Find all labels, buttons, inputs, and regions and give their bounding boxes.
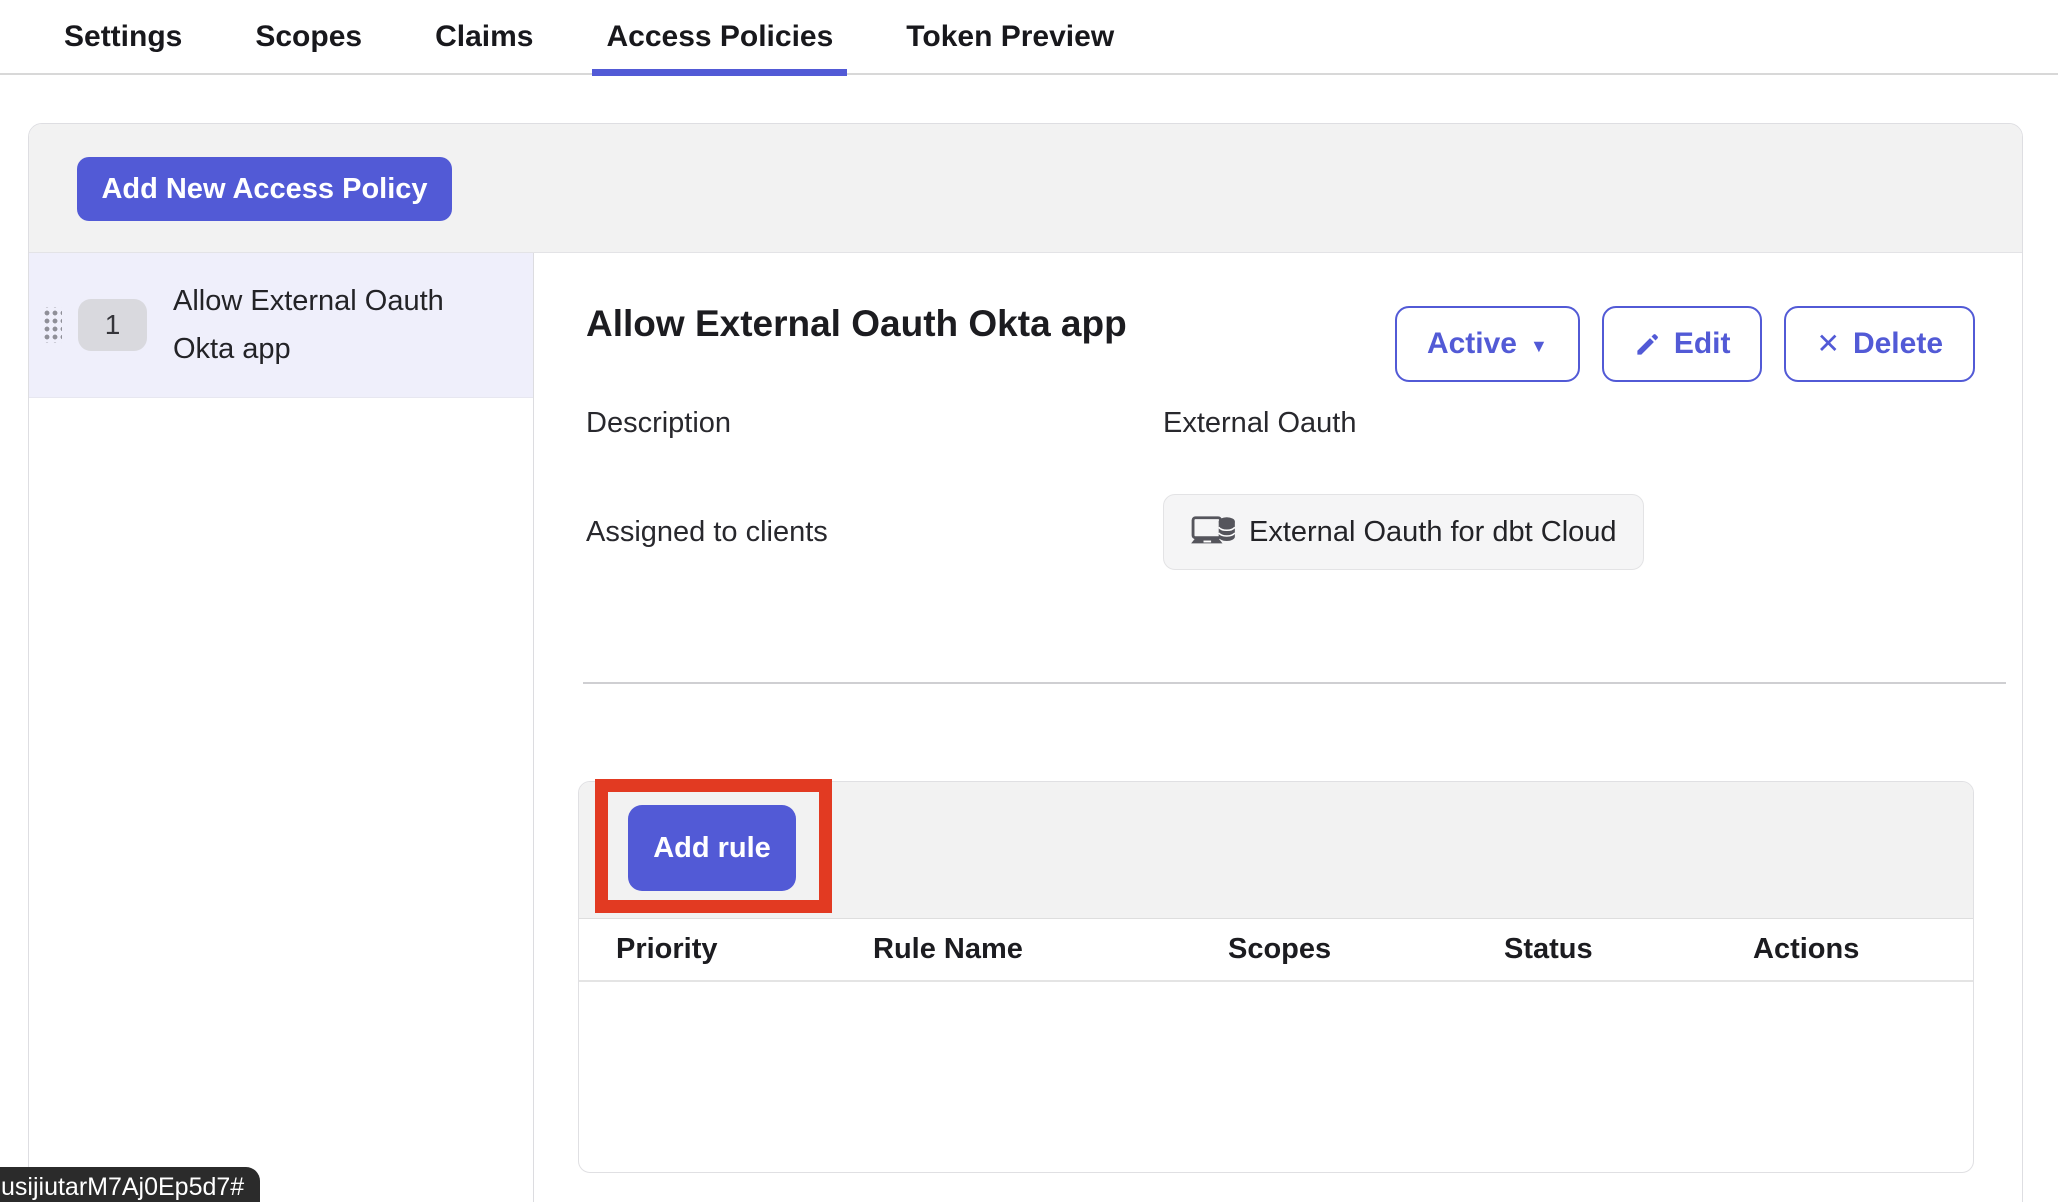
pencil-icon	[1634, 331, 1661, 358]
tab-token-preview[interactable]: Token Preview	[892, 0, 1128, 74]
assigned-clients-field: Assigned to clients	[586, 494, 2016, 570]
tab-claims[interactable]: Claims	[421, 0, 547, 74]
rules-card: Add rule Priority Rule Name Scopes Statu…	[578, 781, 1974, 1173]
add-new-access-policy-button[interactable]: Add New Access Policy	[77, 157, 452, 221]
section-divider	[583, 682, 2006, 684]
description-label: Description	[586, 407, 1163, 440]
policy-detail: Allow External Oauth Okta app Active ▼ E…	[534, 253, 2022, 1202]
description-field: Description External Oauth	[586, 393, 2016, 453]
page: Settings Scopes Claims Access Policies T…	[0, 0, 2058, 1202]
policy-list-item[interactable]: 1 Allow External Oauth Okta app	[29, 253, 533, 398]
drag-handle-icon[interactable]	[42, 307, 62, 343]
policy-list: 1 Allow External Oauth Okta app	[29, 253, 534, 1202]
chevron-down-icon: ▼	[1530, 336, 1548, 357]
column-priority: Priority	[616, 933, 873, 966]
tab-access-policies[interactable]: Access Policies	[592, 0, 847, 74]
tab-bar: Settings Scopes Claims Access Policies T…	[0, 0, 2058, 75]
rules-table-empty-body	[579, 982, 1973, 1170]
laptop-database-icon	[1190, 513, 1236, 551]
column-actions: Actions	[1753, 933, 1973, 966]
close-icon: ✕	[1816, 327, 1839, 360]
panel-header: Add New Access Policy	[29, 124, 2022, 253]
description-value: External Oauth	[1163, 407, 1356, 440]
tab-scopes[interactable]: Scopes	[241, 0, 376, 74]
add-rule-button[interactable]: Add rule	[628, 805, 796, 891]
client-chip[interactable]: External Oauth for dbt Cloud	[1163, 494, 1644, 570]
tab-settings[interactable]: Settings	[50, 0, 196, 74]
link-preview-tooltip: usijiutarM7Aj0Ep5d7#	[0, 1167, 260, 1202]
delete-button[interactable]: ✕ Delete	[1784, 306, 1975, 382]
policy-priority-badge: 1	[78, 299, 147, 351]
rules-card-header: Add rule	[579, 782, 1973, 919]
policy-item-name: Allow External Oauth Okta app	[173, 277, 473, 373]
column-rule-name: Rule Name	[873, 933, 1228, 966]
assigned-clients-label: Assigned to clients	[586, 516, 1163, 549]
column-status: Status	[1504, 933, 1753, 966]
policy-title: Allow External Oauth Okta app	[586, 303, 1127, 345]
status-dropdown-button[interactable]: Active ▼	[1395, 306, 1580, 382]
rules-table-header: Priority Rule Name Scopes Status Actions	[579, 919, 1973, 982]
edit-button[interactable]: Edit	[1602, 306, 1763, 382]
edit-button-label: Edit	[1674, 327, 1731, 361]
panel-content: 1 Allow External Oauth Okta app Allow Ex…	[29, 253, 2022, 1202]
status-dropdown-label: Active	[1427, 327, 1517, 361]
column-scopes: Scopes	[1228, 933, 1504, 966]
client-chip-label: External Oauth for dbt Cloud	[1249, 516, 1617, 549]
access-policies-panel: Add New Access Policy 1 Allow External O…	[28, 123, 2023, 1202]
policy-actions: Active ▼ Edit ✕ Delete	[1395, 306, 1975, 382]
delete-button-label: Delete	[1853, 327, 1943, 361]
